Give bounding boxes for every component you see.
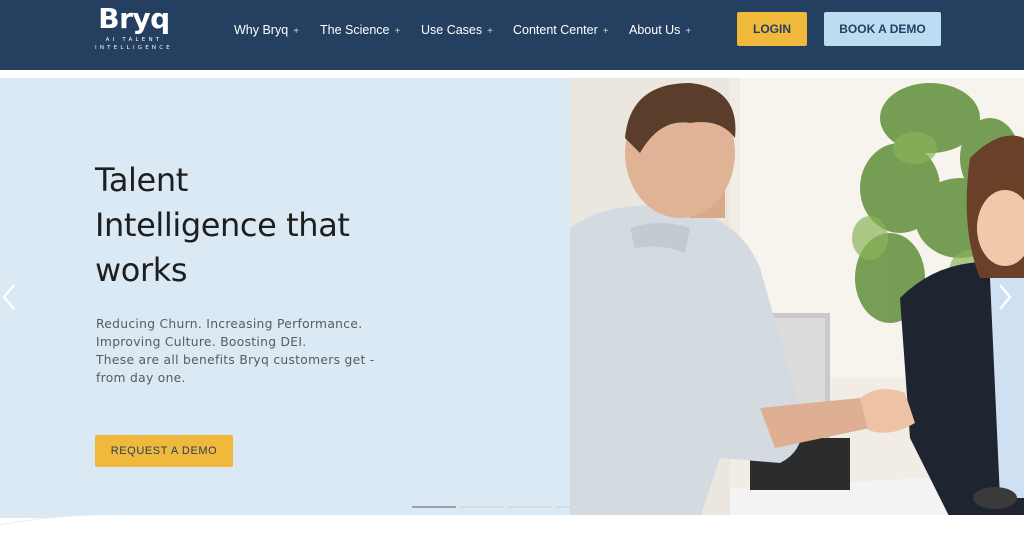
expand-plus-icon: + — [487, 26, 493, 37]
nav-item-the-science[interactable]: The Science + — [320, 22, 400, 40]
carousel-next-arrow[interactable] — [994, 282, 1014, 312]
nav-label: The Science — [320, 23, 390, 37]
hero-section: Talent Intelligence that works Reducing … — [0, 70, 1024, 520]
login-button[interactable]: LOGIN — [737, 12, 807, 46]
expand-plus-icon: + — [293, 26, 300, 37]
hero-subtext: Reducing Churn. Increasing Performance. … — [96, 315, 426, 387]
nav-item-content-center[interactable]: Content Center + — [513, 22, 609, 40]
handshake-illustration — [570, 78, 1024, 518]
nav-item-about-us[interactable]: About Us + — [629, 22, 691, 40]
expand-plus-icon: + — [685, 26, 692, 37]
headline-line: Intelligence that — [95, 206, 350, 244]
expand-plus-icon: + — [394, 26, 401, 37]
bryq-logo[interactable]: Bryq AI TALENT INTELLIGENCE — [86, 2, 182, 58]
hero-headline: Talent Intelligence that works — [95, 158, 415, 293]
headline-line: works — [95, 251, 188, 289]
expand-plus-icon: + — [602, 26, 609, 37]
chevron-right-icon — [999, 284, 1012, 310]
subtext-line: Improving Culture. Boosting DEI. — [96, 335, 307, 349]
nav-item-use-cases[interactable]: Use Cases + — [421, 22, 493, 40]
handshake-photo — [570, 78, 1024, 518]
subtext-line: from day one. — [96, 371, 186, 385]
chevron-left-icon — [2, 284, 15, 310]
nav-label: Why Bryq — [234, 23, 289, 37]
subtext-line: These are all benefits Bryq customers ge… — [96, 353, 375, 367]
nav-label: Use Cases — [421, 23, 483, 37]
book-a-demo-button[interactable]: BOOK A DEMO — [824, 12, 941, 46]
hero-text-panel: Talent Intelligence that works Reducing … — [0, 78, 570, 518]
nav-label: About Us — [629, 23, 681, 37]
site-header: Bryq AI TALENT INTELLIGENCE Why Bryq + Th… — [0, 0, 1024, 70]
headline-line: Talent — [95, 161, 188, 199]
section-divider-curve — [0, 514, 1024, 533]
request-a-demo-button[interactable]: REQUEST A DEMO — [95, 435, 233, 467]
carousel-prev-arrow[interactable] — [0, 282, 20, 312]
subtext-line: Reducing Churn. Increasing Performance. — [96, 317, 363, 331]
logo-tagline: AI TALENT INTELLIGENCE — [95, 37, 173, 51]
nav-item-why-bryq[interactable]: Why Bryq + — [234, 22, 299, 40]
logo-wordmark: Bryq — [98, 2, 170, 35]
nav-label: Content Center — [513, 23, 598, 37]
